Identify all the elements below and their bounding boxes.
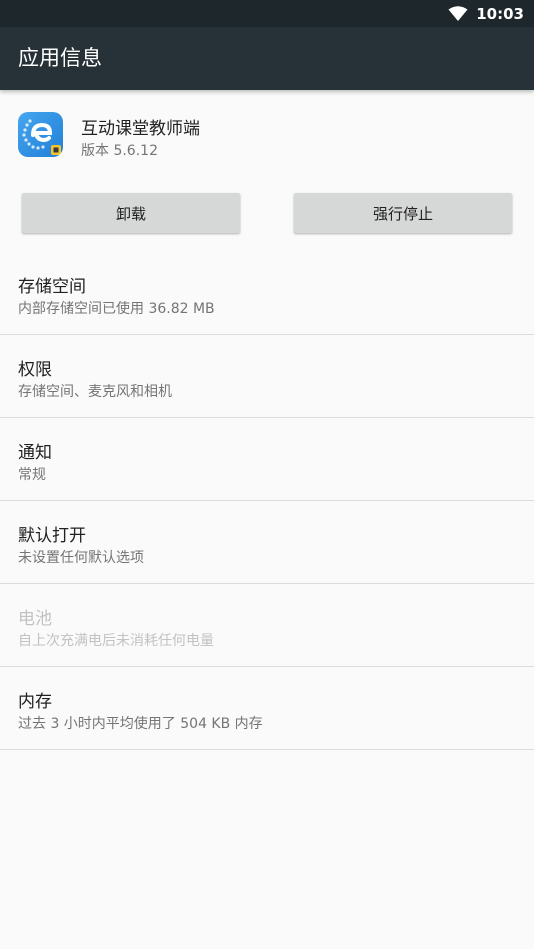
settings-item-open-by-default[interactable]: 默认打开 未设置任何默认选项 — [0, 501, 534, 584]
settings-item-memory[interactable]: 内存 过去 3 小时内平均使用了 504 KB 内存 — [0, 667, 534, 750]
settings-item-summary: 未设置任何默认选项 — [18, 550, 144, 566]
settings-item-notifications[interactable]: 通知 常规 — [0, 418, 534, 501]
page-title: 应用信息 — [18, 46, 102, 70]
settings-item-title: 存储空间 — [18, 277, 86, 297]
status-bar: 10:03 — [0, 0, 534, 27]
settings-item-title: 电池 — [18, 609, 52, 629]
settings-item-storage[interactable]: 存储空间 内部存储空间已使用 36.82 MB — [0, 252, 534, 335]
settings-item-summary: 过去 3 小时内平均使用了 504 KB 内存 — [18, 716, 263, 732]
settings-item-permissions[interactable]: 权限 存储空间、麦克风和相机 — [0, 335, 534, 418]
settings-item-battery: 电池 自上次充满电后未消耗任何电量 — [0, 584, 534, 667]
app-version: 版本 5.6.12 — [81, 143, 158, 159]
uninstall-button[interactable]: 卸载 — [22, 193, 240, 233]
app-icon — [18, 112, 63, 157]
settings-item-title: 权限 — [18, 360, 52, 380]
app-header: 互动课堂教师端 版本 5.6.12 — [0, 90, 534, 182]
settings-list: 存储空间 内部存储空间已使用 36.82 MB 权限 存储空间、麦克风和相机 通… — [0, 252, 534, 750]
settings-item-summary: 常规 — [18, 467, 46, 483]
app-name: 互动课堂教师端 — [81, 119, 200, 139]
status-time: 10:03 — [476, 4, 524, 23]
wifi-icon — [448, 5, 468, 22]
settings-item-summary: 内部存储空间已使用 36.82 MB — [18, 301, 215, 317]
force-stop-button[interactable]: 强行停止 — [294, 193, 512, 233]
status-icons: 10:03 — [448, 0, 524, 27]
settings-item-summary: 存储空间、麦克风和相机 — [18, 384, 172, 400]
settings-item-title: 通知 — [18, 443, 52, 463]
app-bar: 应用信息 — [0, 27, 534, 90]
settings-item-title: 默认打开 — [18, 526, 86, 546]
settings-item-title: 内存 — [18, 692, 52, 712]
settings-item-summary: 自上次充满电后未消耗任何电量 — [18, 633, 214, 649]
